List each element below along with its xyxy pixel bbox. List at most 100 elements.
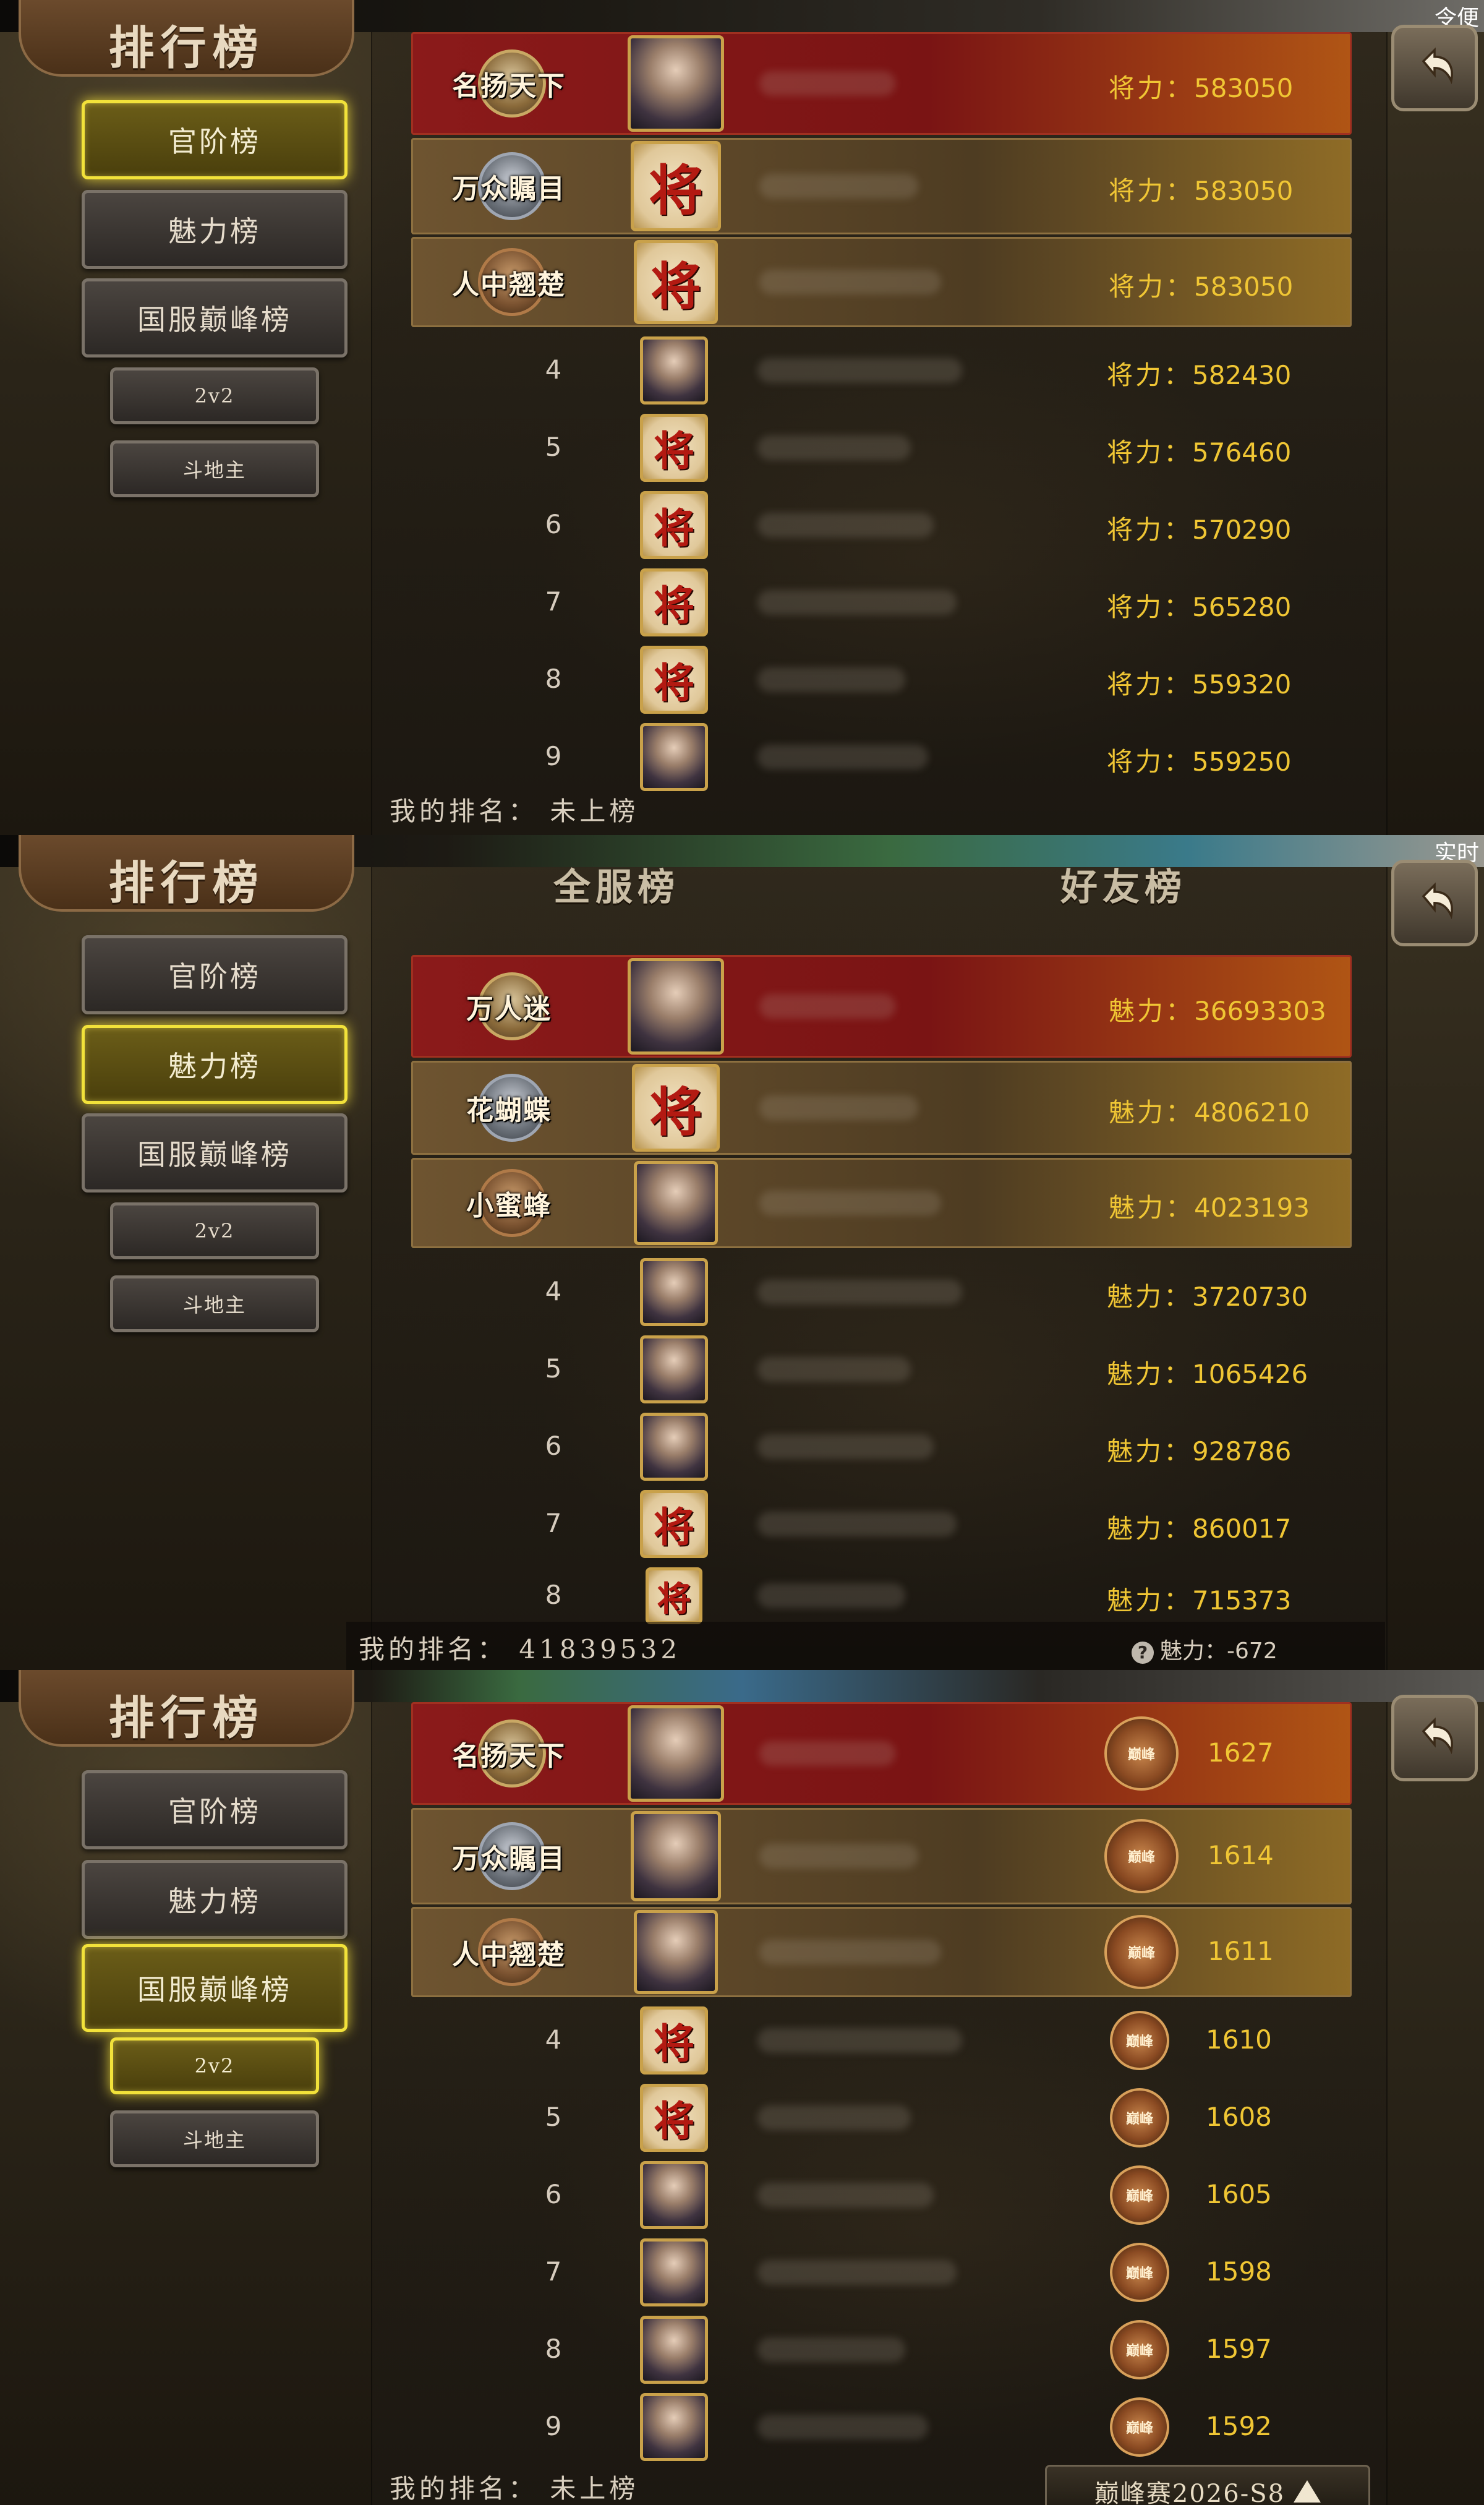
tab-peak-rank[interactable]: 国服巅峰榜	[82, 1113, 348, 1193]
rank-number: 5	[545, 1353, 562, 1384]
rank-number: 8	[545, 2334, 562, 2364]
player-avatar[interactable]	[628, 958, 724, 1055]
tab-official-rank[interactable]: 官阶榜	[82, 1770, 348, 1849]
ranking-row[interactable]: 4 将 巅峰 1610	[411, 2004, 1348, 2077]
player-avatar[interactable]	[640, 1413, 708, 1481]
jiang-avatar-icon[interactable]: 将	[634, 240, 718, 324]
player-avatar[interactable]	[640, 2393, 708, 2461]
player-name-blurred	[757, 2183, 934, 2207]
peak-score: 1610	[1206, 2024, 1272, 2055]
score-value: 将力：583050	[1109, 73, 1294, 103]
back-button[interactable]	[1391, 25, 1478, 111]
rank-title: 万众瞩目	[452, 1843, 566, 1875]
tab-charm-rank[interactable]: 魅力榜	[82, 1860, 348, 1939]
ranking-row[interactable]: 万人迷 魅力：36693303	[411, 955, 1352, 1058]
tab-friend-rank[interactable]: 好友榜	[1060, 857, 1187, 911]
ranking-row[interactable]: 万众瞩目 将 将力：583050	[411, 138, 1352, 234]
ranking-row[interactable]: 8 将 魅力：715373	[411, 1565, 1348, 1627]
back-button[interactable]	[1391, 860, 1478, 946]
player-avatar[interactable]	[634, 1910, 718, 1994]
tab-landlord[interactable]: 斗地主	[110, 2110, 319, 2167]
ranking-row[interactable]: 6 将 将力：570290	[411, 489, 1348, 562]
tab-charm-rank[interactable]: 魅力榜	[82, 190, 348, 269]
tab-landlord[interactable]: 斗地主	[110, 440, 319, 497]
player-name-blurred	[757, 1280, 962, 1304]
ranking-row[interactable]: 名扬天下 将力：583050	[411, 32, 1352, 135]
back-button[interactable]	[1391, 1695, 1478, 1781]
player-avatar[interactable]	[640, 2238, 708, 2306]
player-name-blurred	[757, 513, 934, 537]
jiang-avatar-icon[interactable]: 将	[640, 414, 708, 482]
tab-official-rank[interactable]: 官阶榜	[82, 935, 348, 1014]
peak-score: 1597	[1206, 2334, 1272, 2364]
season-selector[interactable]: 巅峰赛2026-S8	[1045, 2465, 1370, 2505]
jiang-avatar-icon[interactable]: 将	[640, 491, 708, 559]
ranking-row[interactable]: 7 巅峰 1598	[411, 2236, 1348, 2309]
player-name-blurred	[757, 1357, 911, 1382]
tab-peak-rank[interactable]: 国服巅峰榜	[82, 1944, 348, 2032]
player-avatar[interactable]	[640, 2316, 708, 2384]
player-avatar[interactable]	[628, 1705, 724, 1802]
title-medal-badge: 万人迷	[438, 957, 580, 1056]
ranking-row[interactable]: 9 将力：559250	[411, 721, 1348, 794]
jiang-avatar-icon[interactable]: 将	[646, 1567, 702, 1624]
player-name-blurred	[759, 1940, 941, 1964]
jiang-avatar-icon[interactable]: 将	[640, 2084, 708, 2152]
player-name-blurred	[757, 358, 962, 383]
title-medal-badge: 小蜜蜂	[438, 1160, 580, 1246]
player-avatar[interactable]	[628, 35, 724, 132]
ranking-row[interactable]: 4 将力：582430	[411, 334, 1348, 407]
tab-official-rank[interactable]: 官阶榜	[82, 100, 348, 179]
ranking-row[interactable]: 6 魅力：928786	[411, 1410, 1348, 1483]
ranking-row[interactable]: 人中翘楚 巅峰 1611	[411, 1907, 1352, 1997]
player-name-blurred	[759, 174, 918, 199]
ranking-row[interactable]: 4 魅力：3720730	[411, 1256, 1348, 1329]
tab-charm-rank[interactable]: 魅力榜	[82, 1025, 348, 1104]
player-avatar[interactable]	[640, 723, 708, 791]
tab-2v2[interactable]: 2v2	[110, 1202, 319, 1259]
tab-server-rank[interactable]: 全服榜	[553, 857, 680, 911]
tab-landlord[interactable]: 斗地主	[110, 1275, 319, 1332]
ranking-row[interactable]: 5 将 将力：576460	[411, 411, 1348, 484]
ranking-row[interactable]: 9 巅峰 1592	[411, 2391, 1348, 2464]
rank-number: 4	[545, 1276, 562, 1306]
jiang-avatar-icon[interactable]: 将	[632, 1064, 720, 1152]
ranking-row[interactable]: 名扬天下 巅峰 1627	[411, 1702, 1352, 1805]
ranking-row[interactable]: 7 将 魅力：860017	[411, 1488, 1348, 1561]
jiang-avatar-icon[interactable]: 将	[640, 646, 708, 714]
peak-score: 1592	[1206, 2411, 1272, 2441]
ranking-row[interactable]: 花蝴蝶 将 魅力：4806210	[411, 1061, 1352, 1155]
tab-peak-rank[interactable]: 国服巅峰榜	[82, 278, 348, 358]
ranking-row[interactable]: 6 巅峰 1605	[411, 2159, 1348, 2232]
ranking-row[interactable]: 8 巅峰 1597	[411, 2313, 1348, 2386]
peak-score: 1605	[1206, 2179, 1272, 2209]
tab-2v2[interactable]: 2v2	[110, 2037, 319, 2094]
ranking-row[interactable]: 人中翘楚 将 将力：583050	[411, 237, 1352, 327]
ranking-row[interactable]: 小蜜蜂 魅力：4023193	[411, 1158, 1352, 1248]
player-avatar[interactable]	[640, 2161, 708, 2229]
rank-number: 4	[545, 2024, 562, 2055]
rank-number: 6	[545, 2179, 562, 2209]
ranking-row[interactable]: 万众瞩目 巅峰 1614	[411, 1808, 1352, 1904]
ranking-row[interactable]: 5 魅力：1065426	[411, 1333, 1348, 1406]
player-avatar[interactable]	[631, 1811, 721, 1901]
ranking-row[interactable]: 8 将 将力：559320	[411, 643, 1348, 716]
player-avatar[interactable]	[634, 1161, 718, 1245]
tab-2v2[interactable]: 2v2	[110, 367, 319, 424]
jiang-avatar-icon[interactable]: 将	[640, 568, 708, 636]
help-icon[interactable]: ?	[1132, 1642, 1154, 1664]
title-medal-badge: 名扬天下	[438, 1704, 580, 1803]
ranking-row[interactable]: 7 将 将力：565280	[411, 566, 1348, 639]
player-avatar[interactable]	[640, 336, 708, 405]
jiang-avatar-icon[interactable]: 将	[640, 1490, 708, 1558]
jiang-avatar-icon[interactable]: 将	[631, 141, 721, 231]
player-name-blurred	[757, 2260, 957, 2285]
score-value: 将力：565280	[1107, 592, 1292, 622]
score-value: 将力：583050	[1109, 272, 1294, 302]
peak-rank-icon: 巅峰	[1104, 1716, 1179, 1791]
ranking-row[interactable]: 5 将 巅峰 1608	[411, 2081, 1348, 2154]
back-arrow-icon	[1422, 882, 1453, 920]
player-avatar[interactable]	[640, 1335, 708, 1403]
player-avatar[interactable]	[640, 1258, 708, 1326]
jiang-avatar-icon[interactable]: 将	[640, 2006, 708, 2075]
